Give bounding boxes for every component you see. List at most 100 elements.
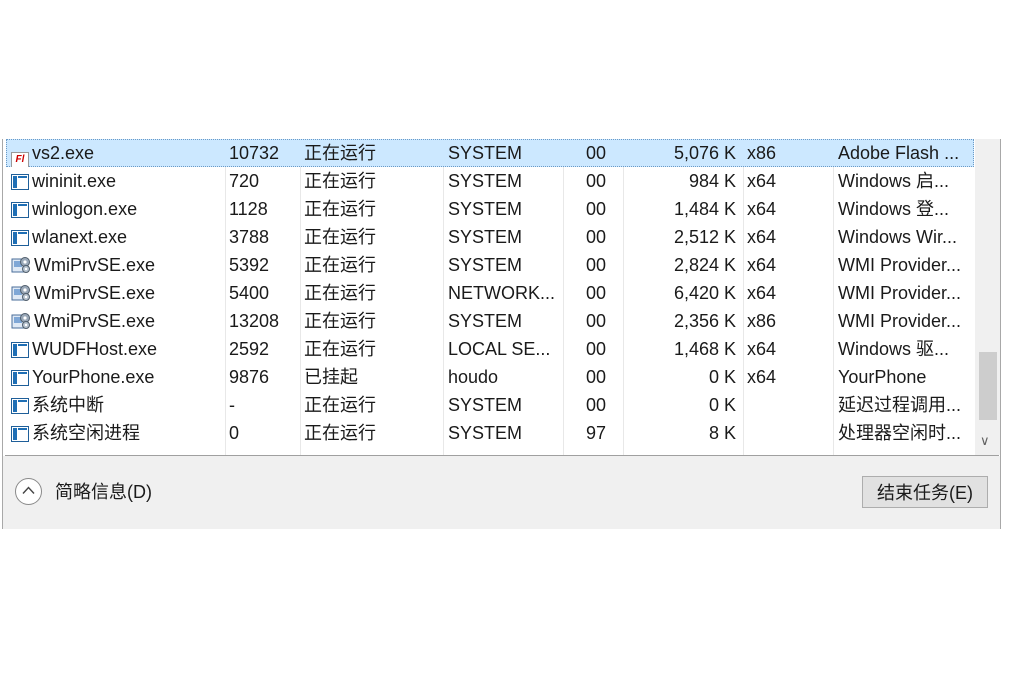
- memory-cell: 5,076 K: [673, 143, 736, 163]
- cpu-cell: 00: [586, 255, 607, 275]
- architecture-cell: [747, 419, 827, 447]
- wmi-gear-icon: [11, 256, 31, 274]
- process-list[interactable]: Fl vs2.exe 10732 正在运行 SYSTEM 00 5,076 K x…: [6, 139, 974, 455]
- user-name-cell: SYSTEM: [448, 199, 523, 219]
- status-cell: 正在运行: [304, 395, 376, 415]
- pid-cell: 13208: [229, 311, 280, 331]
- status-cell: 正在运行: [304, 171, 376, 191]
- architecture-cell: x64: [747, 199, 777, 219]
- cpu-cell: 00: [586, 311, 607, 331]
- cpu-cell: 00: [586, 227, 607, 247]
- memory-cell: 8 K: [708, 423, 736, 443]
- vertical-scrollbar[interactable]: ∨: [975, 139, 1000, 455]
- status-cell: 正在运行: [304, 227, 376, 247]
- process-name-cell: Fl vs2.exe: [11, 139, 221, 167]
- user-name-cell: SYSTEM: [448, 143, 523, 163]
- process-name: vs2.exe: [32, 143, 95, 163]
- memory-cell: 6,420 K: [673, 283, 736, 303]
- table-row[interactable]: WmiPrvSE.exe 5400 正在运行 NETWORK... 00 6,4…: [6, 279, 974, 307]
- status-cell: 已挂起: [304, 367, 358, 387]
- process-name-cell: 系统中断: [11, 391, 221, 419]
- status-cell: 正在运行: [304, 199, 376, 219]
- pid-cell: 3788: [229, 227, 270, 247]
- memory-cell: 1,468 K: [673, 339, 736, 359]
- cpu-cell: 00: [586, 199, 607, 219]
- process-name: YourPhone.exe: [32, 367, 155, 387]
- process-name: WmiPrvSE.exe: [34, 283, 156, 303]
- table-row[interactable]: Fl vs2.exe 10732 正在运行 SYSTEM 00 5,076 K x…: [6, 139, 974, 167]
- status-cell: 正在运行: [304, 311, 376, 331]
- scrollbar-thumb[interactable]: [979, 352, 997, 420]
- table-row[interactable]: YourPhone.exe 9876 已挂起 houdo 00 0 K x64 …: [6, 363, 974, 391]
- process-name-cell: wlanext.exe: [11, 223, 221, 251]
- status-cell: 正在运行: [304, 255, 376, 275]
- cpu-cell: 00: [586, 171, 607, 191]
- window-app-icon: [11, 370, 29, 386]
- cpu-cell: 00: [586, 395, 607, 415]
- description-cell: WMI Provider...: [838, 255, 962, 275]
- end-task-button[interactable]: 结束任务(E): [862, 476, 988, 508]
- table-row[interactable]: WUDFHost.exe 2592 正在运行 LOCAL SE... 00 1,…: [6, 335, 974, 363]
- table-row[interactable]: WmiPrvSE.exe 13208 正在运行 SYSTEM 00 2,356 …: [6, 307, 974, 335]
- architecture-cell: [747, 391, 827, 419]
- pid-cell: 720: [229, 171, 260, 191]
- description-cell: YourPhone: [838, 367, 927, 387]
- table-row[interactable]: wlanext.exe 3788 正在运行 SYSTEM 00 2,512 K …: [6, 223, 974, 251]
- status-cell: 正在运行: [304, 423, 376, 443]
- cpu-cell: 97: [586, 423, 607, 443]
- process-name: wlanext.exe: [32, 227, 128, 247]
- description-cell: 延迟过程调用...: [838, 395, 962, 415]
- status-cell: 正在运行: [304, 283, 376, 303]
- user-name-cell: SYSTEM: [448, 395, 523, 415]
- architecture-cell: x86: [747, 311, 777, 331]
- pid-cell: 1128: [229, 199, 268, 219]
- user-name-cell: NETWORK...: [448, 283, 555, 303]
- table-row[interactable]: 系统中断 - 正在运行 SYSTEM 00 0 K 延迟过程调用...: [6, 391, 974, 419]
- process-name-cell: YourPhone.exe: [11, 363, 221, 391]
- table-row[interactable]: wininit.exe 720 正在运行 SYSTEM 00 984 K x64…: [6, 167, 974, 195]
- architecture-cell: x64: [747, 255, 777, 275]
- memory-cell: 2,824 K: [673, 255, 736, 275]
- user-name-cell: houdo: [448, 367, 499, 387]
- description-cell: WMI Provider...: [838, 283, 962, 303]
- process-name-cell: 系统空闲进程: [11, 419, 221, 447]
- process-name: winlogon.exe: [32, 199, 138, 219]
- pid-cell: -: [229, 395, 235, 415]
- description-cell: Windows 驱...: [838, 339, 950, 359]
- cpu-cell: 00: [586, 367, 607, 387]
- window-app-icon: [11, 342, 29, 358]
- table-row[interactable]: WmiPrvSE.exe 5392 正在运行 SYSTEM 00 2,824 K…: [6, 251, 974, 279]
- description-cell: Adobe Flash ...: [838, 143, 960, 163]
- process-name: WUDFHost.exe: [32, 339, 158, 359]
- fewer-details-link[interactable]: 简略信息(D): [55, 480, 152, 504]
- cpu-cell: 00: [586, 339, 607, 359]
- pid-cell: 10732: [229, 143, 280, 163]
- process-name: wininit.exe: [32, 171, 117, 191]
- user-name-cell: SYSTEM: [448, 255, 523, 275]
- description-cell: WMI Provider...: [838, 311, 962, 331]
- user-name-cell: SYSTEM: [448, 311, 523, 331]
- process-name-cell: WUDFHost.exe: [11, 335, 221, 363]
- process-name-cell: wininit.exe: [11, 167, 221, 195]
- window-app-icon: [11, 202, 29, 218]
- memory-cell: 1,484 K: [673, 199, 736, 219]
- memory-cell: 0 K: [708, 367, 736, 387]
- cpu-cell: 00: [586, 143, 607, 163]
- user-name-cell: SYSTEM: [448, 171, 523, 191]
- pid-cell: 5400: [229, 283, 270, 303]
- memory-cell: 2,356 K: [673, 311, 736, 331]
- collapse-chevron-up-icon[interactable]: [15, 478, 42, 505]
- pid-cell: 2592: [229, 339, 270, 359]
- memory-cell: 984 K: [688, 171, 736, 191]
- footer-bar: 简略信息(D) 结束任务(E): [3, 456, 1000, 529]
- user-name-cell: LOCAL SE...: [448, 339, 551, 359]
- pid-cell: 9876: [229, 367, 270, 387]
- process-name-cell: WmiPrvSE.exe: [11, 307, 221, 335]
- user-name-cell: SYSTEM: [448, 423, 523, 443]
- description-cell: Windows 启...: [838, 171, 950, 191]
- wmi-gear-icon: [11, 284, 31, 302]
- table-row[interactable]: winlogon.exe 1128 正在运行 SYSTEM 00 1,484 K…: [6, 195, 974, 223]
- table-row[interactable]: 系统空闲进程 0 正在运行 SYSTEM 97 8 K 处理器空闲时...: [6, 419, 974, 447]
- scroll-down-arrow-icon[interactable]: ∨: [980, 433, 990, 449]
- architecture-cell: x86: [747, 143, 777, 163]
